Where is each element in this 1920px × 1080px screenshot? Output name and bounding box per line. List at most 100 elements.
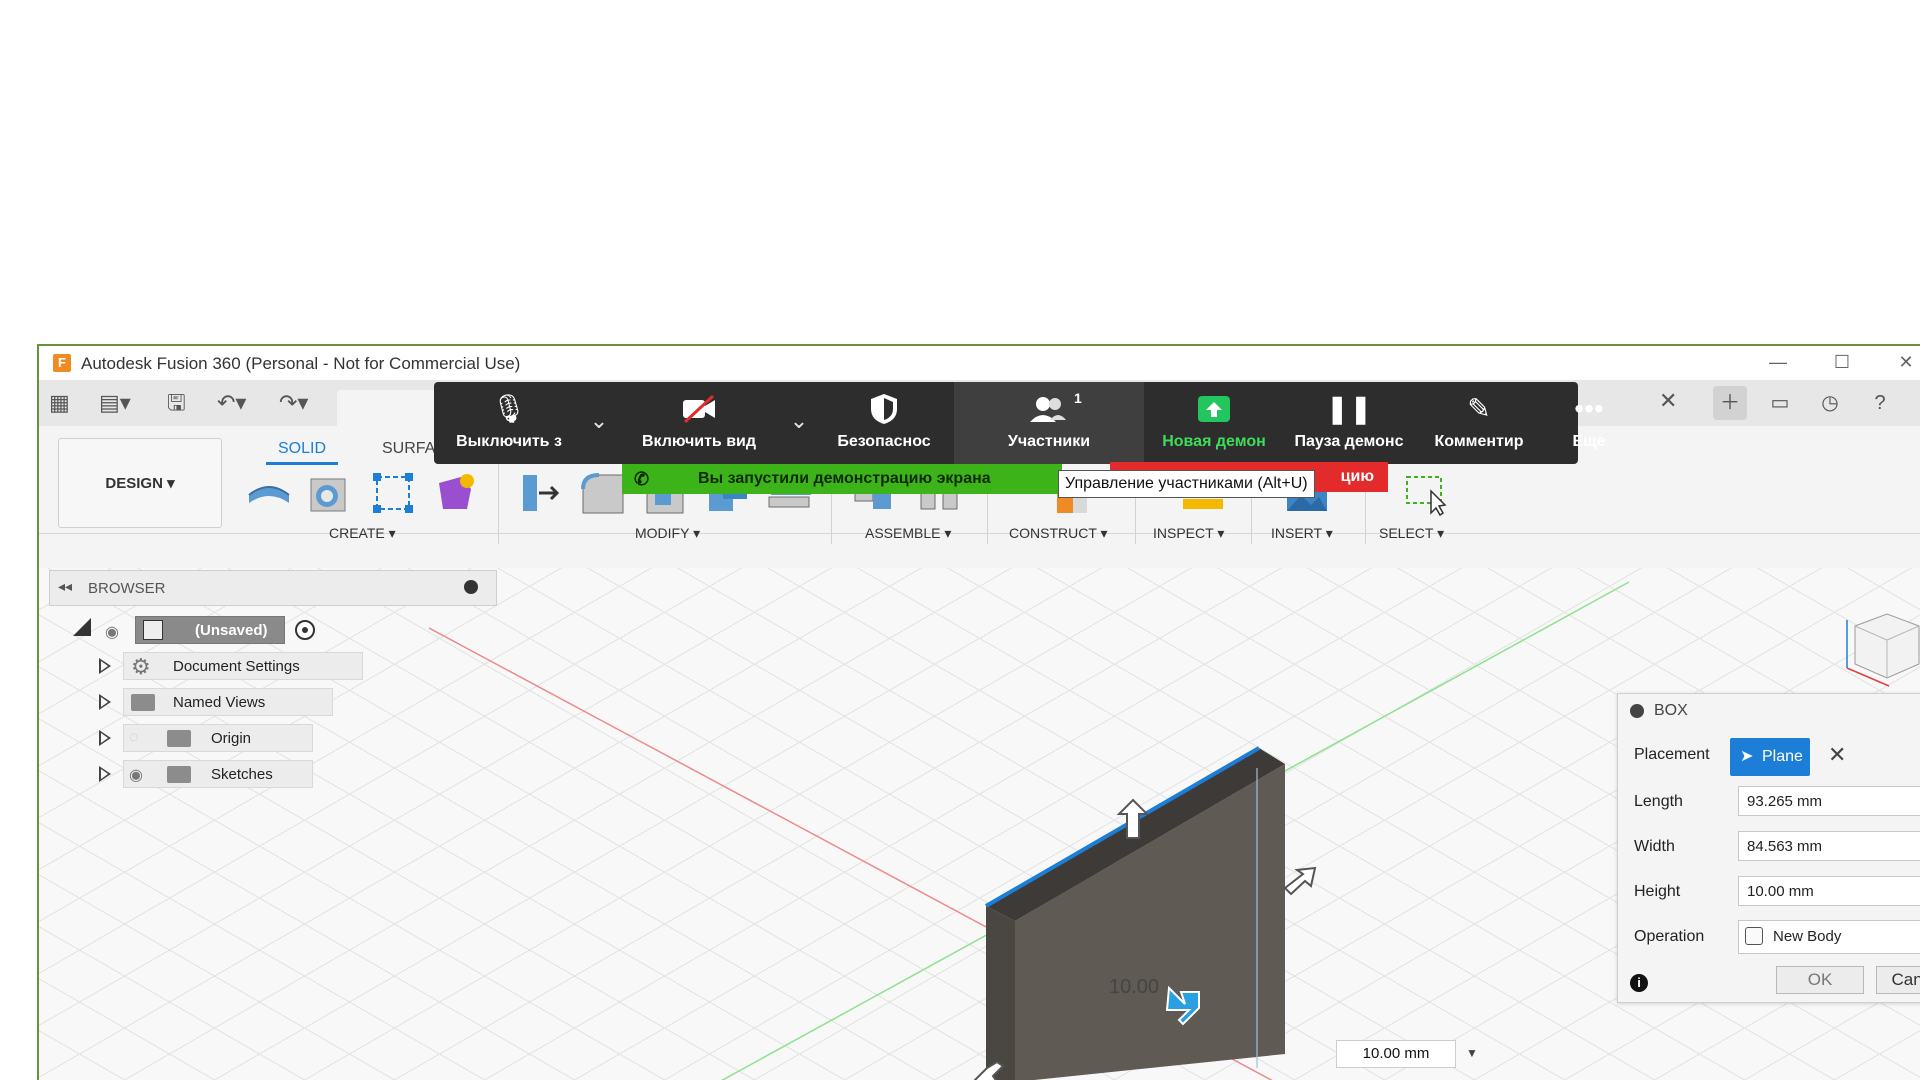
form-tool-icon[interactable] [431,469,479,517]
extrude-tool-icon[interactable] [245,469,293,517]
close-tab-icon[interactable]: ✕ [1659,388,1677,414]
root-component-label: (Unsaved) [195,622,268,639]
new-share-button[interactable]: Новая демон [1144,382,1284,464]
participants-button[interactable]: 1 Участники [954,382,1144,464]
close-window-icon[interactable]: ✕ [1891,350,1920,374]
undo-icon[interactable]: ↶▾ [217,390,246,416]
width-label: Width [1634,838,1675,855]
dialog-title: BOX [1654,702,1688,719]
desktop: F Autodesk Fusion 360 (Personal - Not fo… [0,0,1920,1080]
dimension-dropdown-icon[interactable]: ▼ [1466,1046,1478,1060]
cursor-icon: ➤ [1740,748,1754,765]
tree-item-origin[interactable]: ◌ Origin [49,724,319,754]
more-label: Еще [1572,433,1606,450]
file-menu-icon[interactable]: ▤▾ [99,390,131,416]
participants-icon [954,392,1144,434]
construct-menu[interactable]: CONSTRUCT ▾ [1009,525,1108,542]
stop-share-label: цию [1340,468,1374,485]
pause-share-button[interactable]: ❚❚ Пауза демонс [1284,382,1414,464]
job-status-icon[interactable]: ◷ [1813,386,1847,420]
visibility-eye-icon[interactable]: ◉ [129,765,143,785]
collapse-dialog-icon[interactable] [1630,704,1644,718]
cancel-button[interactable]: Cancel [1876,966,1920,994]
mute-button[interactable]: 🎙 Выключить з [434,382,584,464]
create-menu[interactable]: CREATE ▾ [329,525,396,542]
maximize-icon[interactable]: ☐ [1827,350,1857,374]
length-label: Length [1634,793,1683,810]
expand-icon[interactable] [99,694,111,710]
tree-item-document-settings[interactable]: ⚙ Document Settings [49,652,369,682]
share-screen-icon [1144,392,1284,434]
box-side-face [986,906,1015,1080]
ribbon-separator [498,452,499,544]
height-field[interactable] [1738,876,1920,906]
browser-panel-header: ◂◂ BROWSER [49,570,497,606]
start-video-button[interactable]: Включить вид [614,382,784,464]
help-icon[interactable]: ? [1863,386,1897,420]
sharing-status-banner: ✆ Вы запустили демонстрацию экрана [622,464,1062,494]
chevron-down-icon[interactable]: ⌄ [584,406,614,436]
visibility-eye-icon[interactable]: ◉ [105,622,119,642]
new-tab-icon[interactable]: ＋ [1713,386,1747,420]
tree-root-row[interactable]: ◉ (Unsaved) [49,616,339,646]
operation-label: Operation [1634,928,1705,945]
press-pull-tool-icon[interactable] [517,469,565,517]
annotate-button[interactable]: ✎ Комментир [1414,382,1544,464]
info-icon[interactable]: i [1630,974,1648,992]
chevron-down-icon[interactable]: ⌄ [784,406,814,436]
collapse-icon[interactable] [73,618,91,636]
tree-item-sketches[interactable]: ◉ Sketches [49,760,319,790]
redo-icon[interactable]: ↷▾ [279,390,308,416]
browser-options-icon[interactable] [464,580,478,594]
workspace-switcher[interactable]: DESIGN ▾ [58,438,222,528]
operation-value: New Body [1773,928,1842,945]
length-field[interactable] [1738,786,1920,816]
operation-select[interactable]: New Body [1738,920,1920,954]
collapse-browser-icon[interactable]: ◂◂ [58,578,72,595]
pause-icon: ❚❚ [1325,393,1373,424]
app-grid-icon[interactable]: ▦ [49,390,70,416]
inspect-menu[interactable]: INSPECT ▾ [1153,525,1224,542]
select-menu[interactable]: SELECT ▾ [1379,525,1444,542]
placement-label: Placement [1634,746,1710,763]
comments-icon[interactable]: ▭ [1763,386,1797,420]
insert-menu[interactable]: INSERT ▾ [1271,525,1333,542]
ok-button[interactable]: OK [1776,966,1864,994]
modify-menu[interactable]: MODIFY ▾ [635,525,700,542]
view-cube-icon [1846,613,1920,687]
security-label: Безопаснос [837,433,931,450]
tree-item-label: Document Settings [173,658,300,675]
more-dots-icon: ••• [1574,393,1604,424]
clear-selection-icon[interactable]: ✕ [1828,742,1846,768]
folder-icon [167,730,191,747]
microphone-icon: 🎙 [491,393,527,424]
dimension-input[interactable]: 10.00 mm [1336,1040,1456,1068]
phone-icon: ✆ [634,469,650,489]
sketch-tool-icon[interactable] [369,469,417,517]
width-field[interactable] [1738,831,1920,861]
tab-solid[interactable]: SOLID [266,440,338,465]
participants-count: 1 [1074,390,1082,406]
title-bar: F Autodesk Fusion 360 (Personal - Not fo… [39,346,1920,380]
assemble-menu[interactable]: ASSEMBLE ▾ [865,525,951,542]
hidden-eye-icon[interactable]: ◌ [129,729,139,747]
expand-icon[interactable] [99,658,111,674]
fillet-tool-icon[interactable] [579,469,627,517]
revolve-tool-icon[interactable] [305,469,353,517]
tree-item-label: Named Views [173,694,266,711]
select-tool-icon[interactable] [1401,469,1449,517]
participants-tooltip: Управление участниками (Alt+U) [1058,470,1315,498]
placement-value: Plane [1762,748,1803,765]
placement-button[interactable]: ➤ Plane [1730,738,1810,776]
save-icon[interactable]: 🖫 [167,390,186,416]
activate-radio-icon[interactable] [295,620,315,640]
minimize-icon[interactable]: — [1763,350,1793,374]
security-button[interactable]: Безопаснос [814,382,954,464]
expand-icon[interactable] [99,766,111,782]
fusion-logo-icon: F [53,354,71,372]
expand-icon[interactable] [99,730,111,746]
more-button[interactable]: ••• Еще [1544,382,1634,464]
height-label: Height [1634,883,1681,900]
video-label: Включить вид [641,433,757,450]
tree-item-named-views[interactable]: Named Views [49,688,339,718]
